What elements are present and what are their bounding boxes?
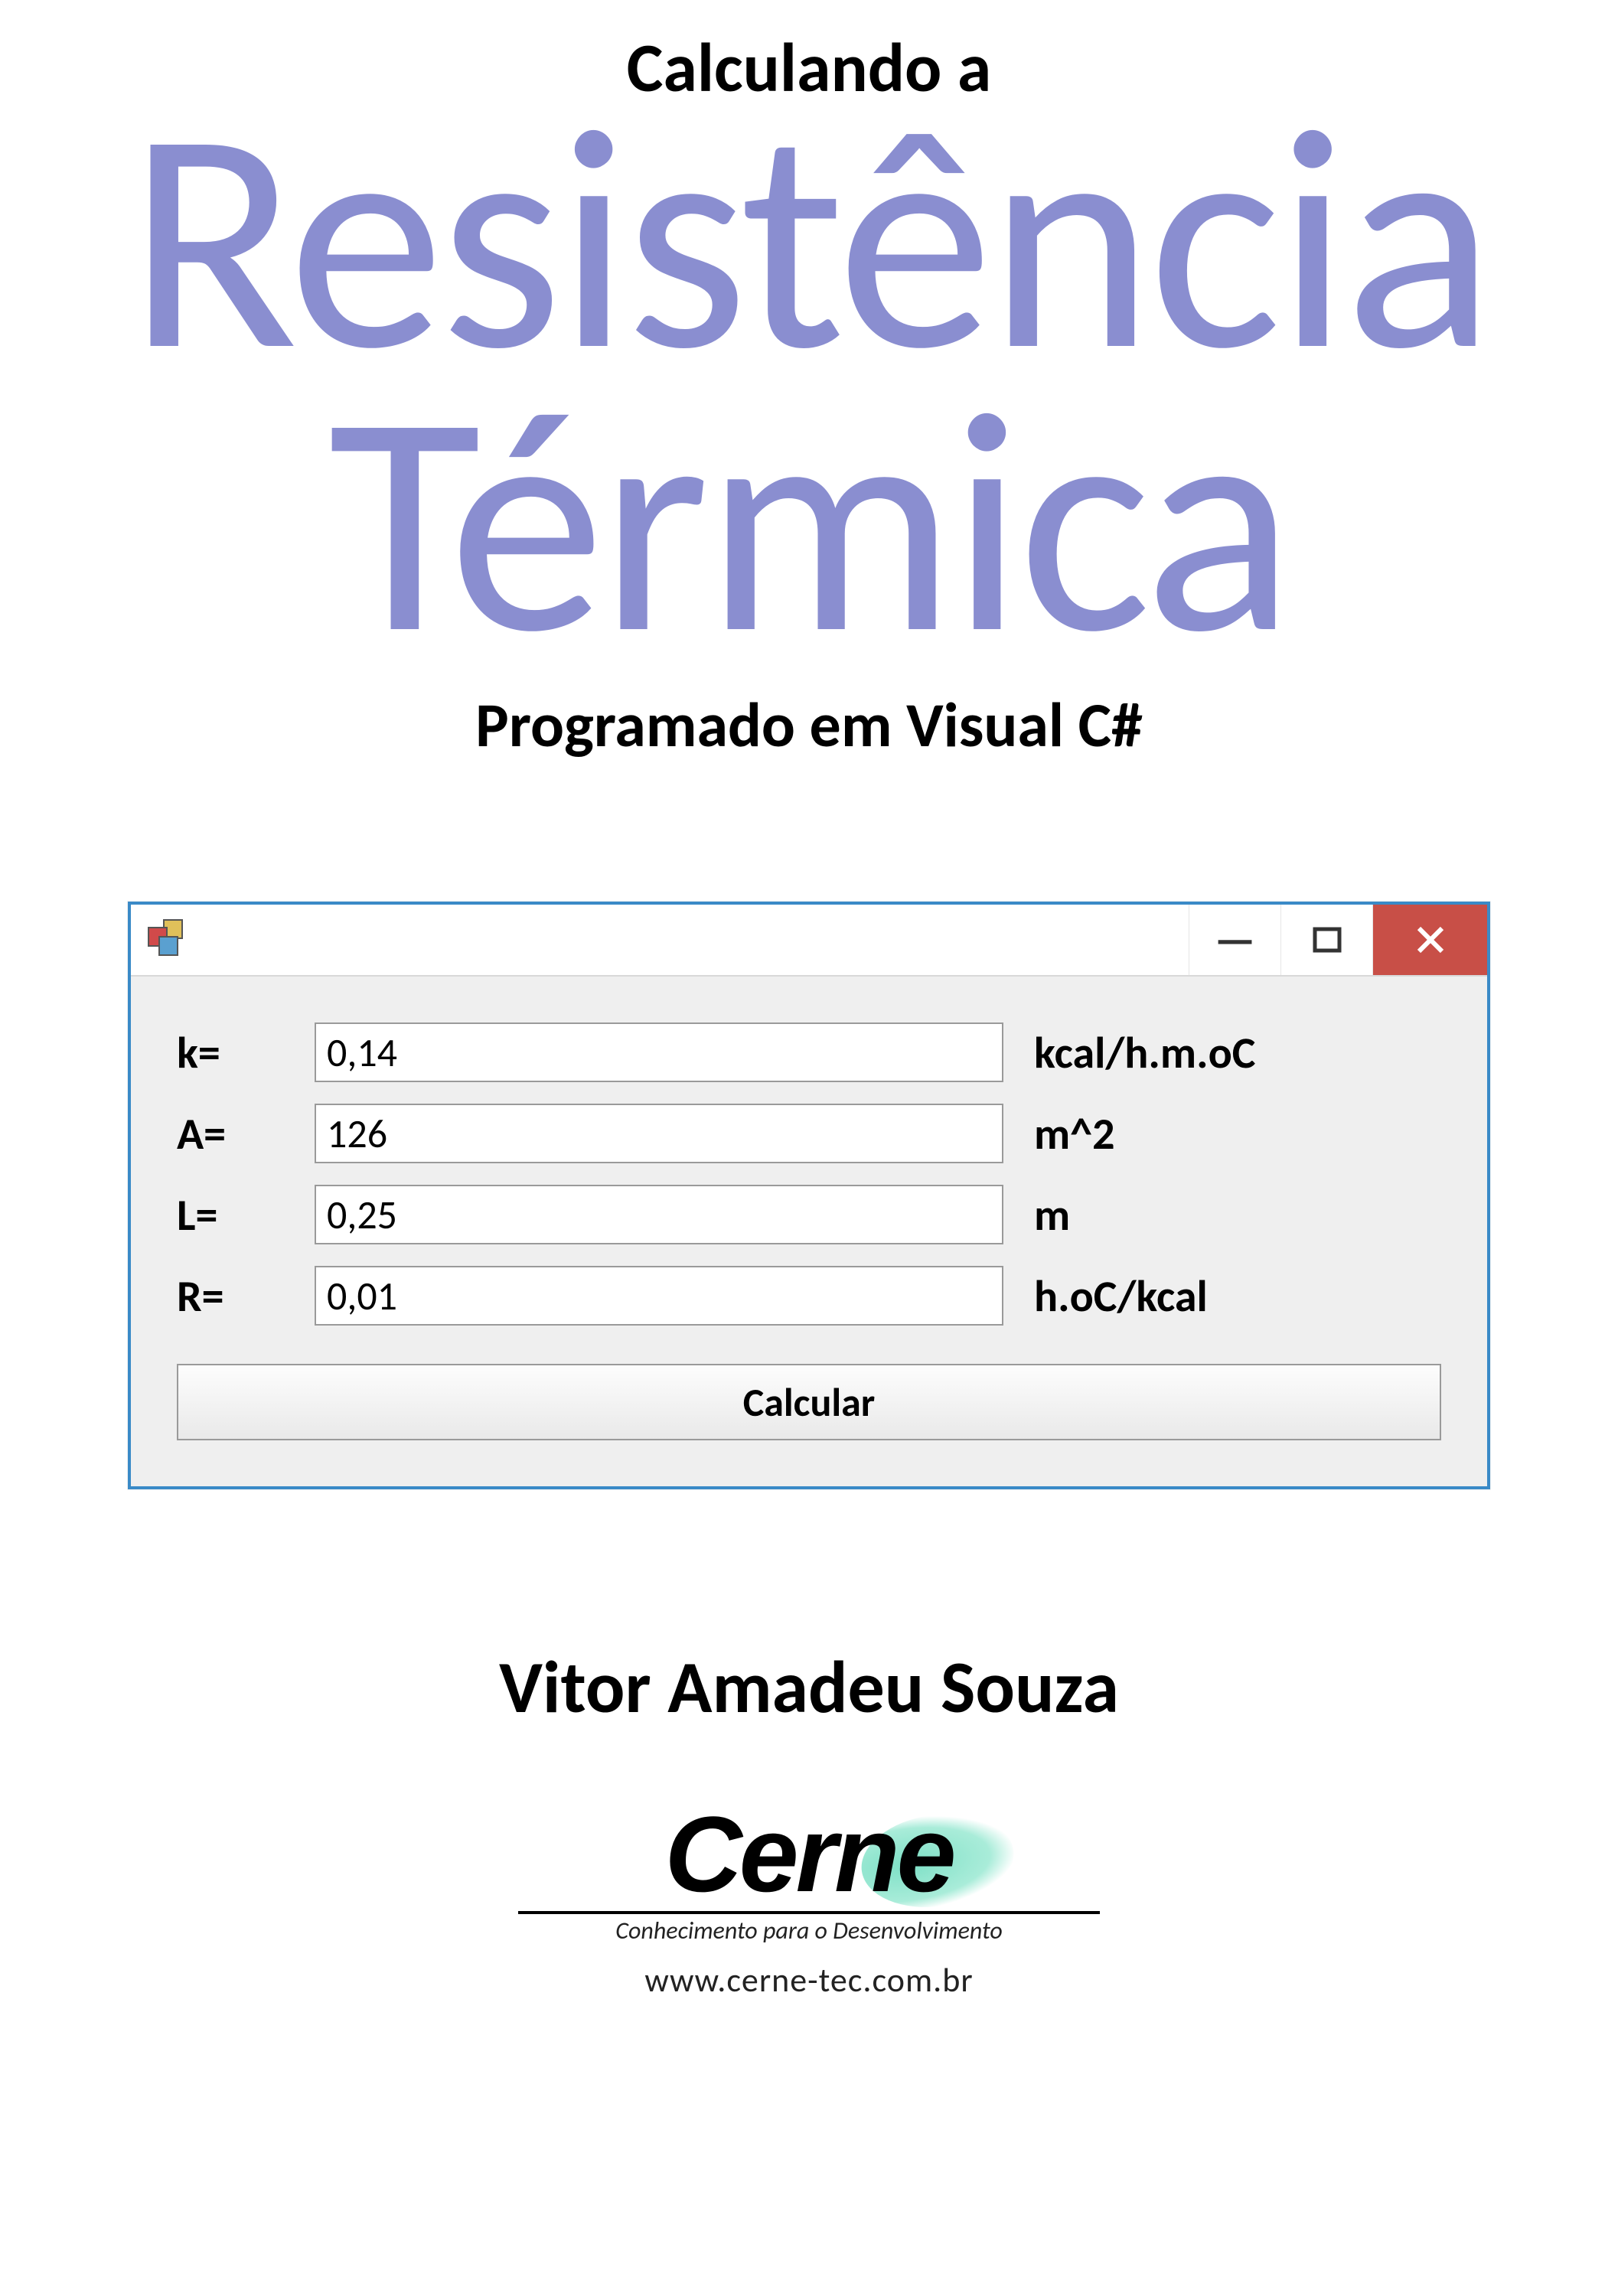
logo-wordmark: Cerne: [665, 1794, 954, 1914]
logo-text: Cerne: [665, 1801, 954, 1908]
label-a: A=: [177, 1107, 315, 1161]
row-a: A= m^2: [177, 1104, 1441, 1163]
row-k: k= kcal/h.m.oC: [177, 1022, 1441, 1082]
minimize-icon: —: [1214, 912, 1255, 968]
row-l: L= m: [177, 1185, 1441, 1244]
label-l: L=: [177, 1188, 315, 1242]
window-controls: —: [1189, 905, 1487, 975]
close-icon: [1413, 922, 1448, 957]
unit-l: m: [1034, 1188, 1070, 1242]
input-r[interactable]: [315, 1266, 1003, 1326]
maximize-icon: [1312, 925, 1342, 955]
row-r: R= h.oC/kcal: [177, 1266, 1441, 1326]
calculate-button[interactable]: Calcular: [177, 1364, 1441, 1440]
publisher-logo: Cerne Conhecimento para o Desenvolviment…: [518, 1801, 1100, 2001]
app-window: — k= kcal/h.m.oC: [128, 902, 1490, 1489]
minimize-button[interactable]: —: [1189, 905, 1280, 975]
app-icon: [148, 919, 189, 960]
form-body: k= kcal/h.m.oC A= m^2 L= m R= h.oC/kcal: [131, 977, 1487, 1486]
input-l[interactable]: [315, 1185, 1003, 1244]
subtitle: Programado em Visual C#: [475, 687, 1143, 764]
calculate-button-label: Calcular: [743, 1378, 876, 1427]
logo-url: www.cerne-tec.com.br: [518, 1959, 1100, 2001]
main-title-line2: Térmica: [328, 374, 1290, 673]
input-k[interactable]: [315, 1022, 1003, 1082]
input-a[interactable]: [315, 1104, 1003, 1163]
titlebar: —: [131, 905, 1487, 977]
logo-tagline: Conhecimento para o Desenvolvimento: [518, 1916, 1100, 1945]
author-name: Vitor Amadeu Souza: [499, 1642, 1119, 1732]
maximize-button[interactable]: [1280, 905, 1372, 975]
close-button[interactable]: [1372, 905, 1487, 975]
label-k: k=: [177, 1026, 315, 1080]
unit-k: kcal/h.m.oC: [1034, 1026, 1255, 1080]
unit-r: h.oC/kcal: [1034, 1269, 1208, 1323]
label-r: R=: [177, 1269, 315, 1323]
unit-a: m^2: [1034, 1107, 1114, 1161]
